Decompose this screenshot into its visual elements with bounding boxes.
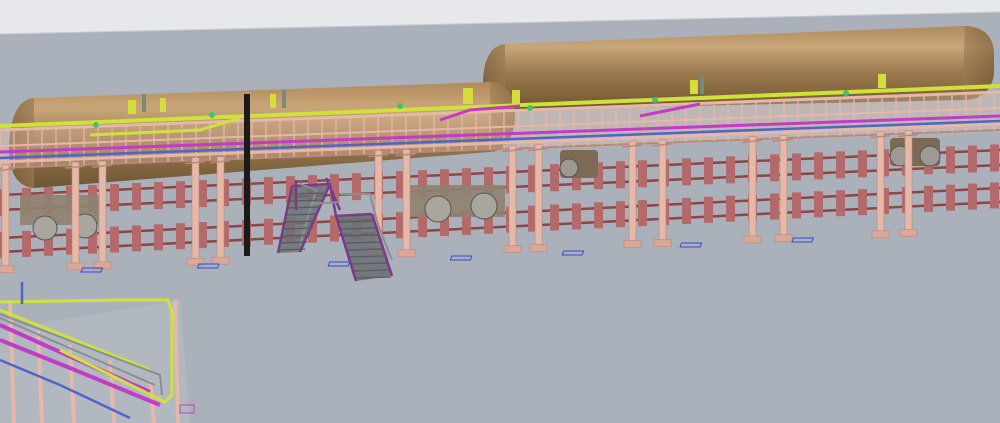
rail-sleeper bbox=[154, 182, 163, 210]
rail-sleeper bbox=[176, 223, 185, 250]
rail-sleeper bbox=[704, 196, 713, 223]
support-column bbox=[216, 156, 225, 262]
rail-sleeper bbox=[616, 201, 625, 228]
rail-sleeper bbox=[792, 192, 801, 219]
support-column bbox=[71, 161, 80, 268]
rail-sleeper bbox=[550, 164, 559, 192]
rail-sleeper bbox=[968, 145, 977, 173]
column-base bbox=[899, 229, 918, 237]
rail-sleeper bbox=[110, 184, 119, 212]
rail-sleeper bbox=[836, 190, 845, 217]
rail-sleeper bbox=[132, 183, 141, 211]
support-column bbox=[534, 144, 543, 249]
rail-sleeper bbox=[814, 191, 823, 218]
support-column bbox=[904, 130, 913, 234]
rail-sleeper bbox=[990, 144, 999, 172]
support-column bbox=[1, 164, 10, 271]
rail-sleeper bbox=[176, 181, 185, 209]
rail-sleeper bbox=[638, 160, 647, 188]
scene-canvas bbox=[0, 0, 1000, 423]
rail-sleeper bbox=[858, 189, 867, 216]
rail-sleeper bbox=[154, 224, 163, 251]
model-viewport[interactable] bbox=[0, 0, 1000, 423]
rail-sleeper bbox=[594, 202, 603, 229]
rail-sleeper bbox=[572, 203, 581, 230]
rail-sleeper bbox=[132, 225, 141, 252]
rail-sleeper bbox=[726, 156, 735, 184]
rail-sleeper bbox=[946, 146, 955, 174]
rail-sleeper bbox=[352, 173, 361, 201]
rail-sleeper bbox=[198, 180, 207, 208]
rail-sleeper bbox=[924, 185, 933, 212]
rail-sleeper bbox=[858, 150, 867, 178]
column-base bbox=[211, 256, 230, 265]
rail-sleeper bbox=[946, 184, 955, 211]
rail-sleeper bbox=[770, 193, 779, 220]
rail-sleeper bbox=[814, 152, 823, 180]
column-base bbox=[0, 265, 15, 274]
rail-sleeper bbox=[682, 197, 691, 224]
rail-sleeper bbox=[770, 154, 779, 182]
support-column bbox=[876, 131, 885, 236]
support-column bbox=[98, 160, 107, 267]
rail-sleeper bbox=[682, 158, 691, 186]
support-column bbox=[508, 145, 517, 250]
support-column bbox=[748, 136, 757, 241]
support-column bbox=[402, 149, 411, 255]
rail-sleeper bbox=[22, 230, 31, 257]
column-base bbox=[66, 262, 85, 271]
support-column bbox=[779, 134, 788, 239]
rail-sleeper bbox=[198, 222, 207, 249]
support-column bbox=[191, 157, 200, 263]
column-base bbox=[503, 245, 522, 253]
support-column bbox=[628, 140, 637, 246]
rail-sleeper bbox=[638, 200, 647, 227]
rail-sleeper bbox=[704, 157, 713, 185]
column-base bbox=[623, 240, 642, 249]
column-base bbox=[653, 239, 672, 247]
rail-sleeper bbox=[726, 195, 735, 222]
rail-sleeper bbox=[550, 204, 559, 231]
column-base bbox=[743, 235, 762, 244]
rail-sleeper bbox=[264, 177, 273, 205]
rail-sleeper bbox=[110, 226, 119, 253]
rail-sleeper bbox=[836, 151, 845, 179]
vertical-black-pipe bbox=[244, 94, 250, 256]
rail-sleeper bbox=[990, 182, 999, 209]
support-column bbox=[658, 139, 667, 244]
column-base bbox=[529, 244, 548, 252]
rail-sleeper bbox=[792, 153, 801, 181]
rail-sleeper bbox=[264, 218, 273, 245]
column-base bbox=[871, 230, 890, 239]
column-base bbox=[397, 249, 416, 258]
column-base bbox=[774, 234, 793, 242]
rail-sleeper bbox=[616, 161, 625, 189]
rail-sleeper bbox=[968, 183, 977, 210]
